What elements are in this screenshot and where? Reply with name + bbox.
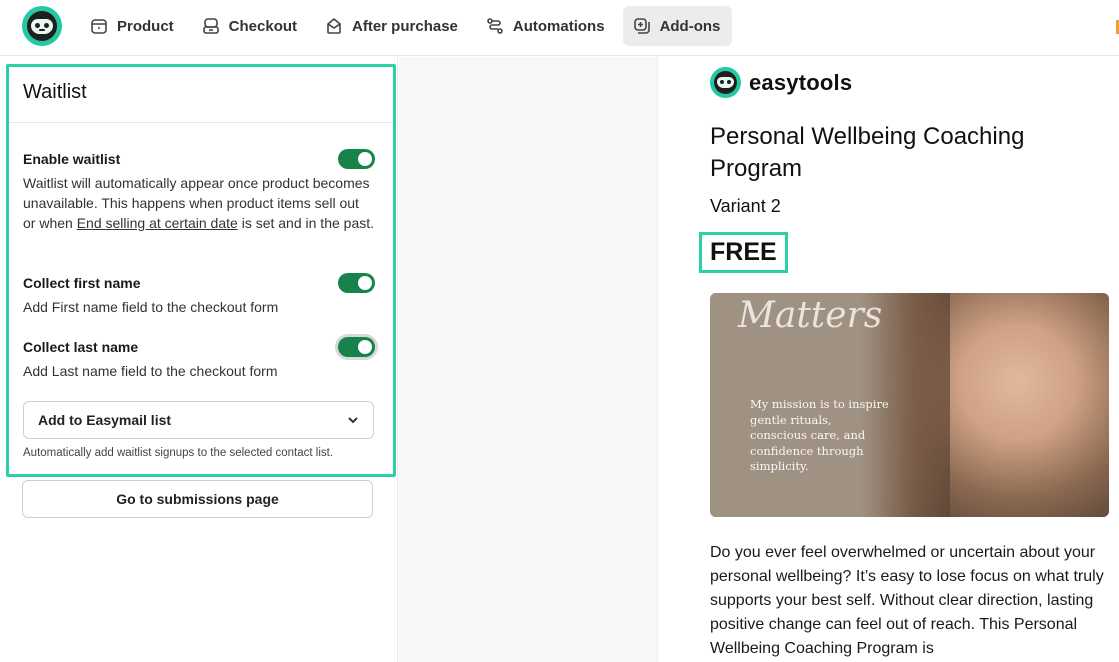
- end-selling-link[interactable]: End selling at certain date: [77, 215, 238, 231]
- collect-last-name-description: Add Last name field to the checkout form: [23, 363, 278, 379]
- preview-gutter: [399, 57, 657, 662]
- product-preview: easytools Personal Wellbeing Coaching Pr…: [657, 57, 1119, 662]
- collect-first-name-toggle[interactable]: [338, 273, 375, 293]
- product-image: Matters My mission is to inspire gentle …: [710, 293, 1109, 517]
- collect-first-name-description: Add First name field to the checkout for…: [23, 299, 279, 315]
- go-to-submissions-button[interactable]: Go to submissions page: [22, 480, 373, 518]
- enable-waitlist-label: Enable waitlist: [23, 151, 121, 167]
- nav-item-checkout[interactable]: Checkout: [192, 6, 309, 46]
- enable-waitlist-desc-tail: is set and in the past.: [237, 215, 375, 231]
- collect-last-name-label: Collect last name: [23, 339, 139, 355]
- enable-waitlist-setting: Enable waitlist Waitlist will automatica…: [23, 149, 375, 233]
- nav-item-automations[interactable]: Automations: [476, 6, 617, 46]
- waitlist-title: Waitlist: [9, 67, 393, 123]
- image-caption: My mission is to inspire gentle rituals,…: [750, 397, 889, 473]
- box-icon: [90, 17, 108, 35]
- enable-waitlist-toggle[interactable]: [338, 149, 375, 169]
- checkout-icon: [202, 17, 220, 35]
- easytools-logo[interactable]: [22, 6, 62, 46]
- automations-icon: [486, 17, 504, 35]
- nav-item-product[interactable]: Product: [80, 6, 186, 46]
- waitlist-card: Waitlist Enable waitlist Waitlist will a…: [6, 64, 396, 477]
- preview-brand: easytools: [710, 67, 852, 98]
- brand-logo-icon: [710, 67, 741, 98]
- nav-item-add-ons[interactable]: Add-ons: [622, 6, 733, 46]
- easymail-hint: Automatically add waitlist signups to th…: [23, 447, 334, 459]
- image-script-text: Matters: [738, 295, 883, 336]
- product-description: Do you ever feel overwhelmed or uncertai…: [710, 544, 1104, 657]
- after-purchase-icon: [325, 17, 343, 35]
- nav-item-label: Product: [117, 17, 174, 35]
- variant-name: Variant 2: [710, 196, 781, 216]
- collect-first-name-label: Collect first name: [23, 275, 141, 291]
- enable-waitlist-description: Waitlist will automatically appear once …: [23, 173, 375, 233]
- easymail-list-select[interactable]: Add to Easymail list: [23, 401, 374, 439]
- settings-panel: Waitlist Enable waitlist Waitlist will a…: [0, 57, 398, 662]
- brand-name: easytools: [749, 69, 853, 95]
- collect-last-name-setting: Collect last name Add Last name field to…: [23, 337, 375, 381]
- add-ons-icon: [633, 17, 651, 35]
- price-label: FREE: [699, 232, 788, 273]
- nav-item-label: Automations: [512, 17, 605, 35]
- nav-item-after-purchase[interactable]: After purchase: [315, 6, 470, 46]
- nav-item-label: After purchase: [352, 17, 458, 35]
- product-title: Personal Wellbeing Coaching Program: [710, 123, 1025, 182]
- collect-first-name-setting: Collect first name Add First name field …: [23, 273, 375, 317]
- collect-last-name-toggle[interactable]: [338, 337, 375, 357]
- easymail-select-label: Add to Easymail list: [38, 412, 172, 428]
- nav-item-label: Add-ons: [659, 17, 721, 35]
- main-nav: Product Checkout After purchase Automati…: [80, 6, 733, 46]
- nav-item-label: Checkout: [228, 17, 298, 35]
- chevron-down-icon: [348, 417, 358, 424]
- top-navigation-bar: Product Checkout After purchase Automati…: [0, 0, 1119, 56]
